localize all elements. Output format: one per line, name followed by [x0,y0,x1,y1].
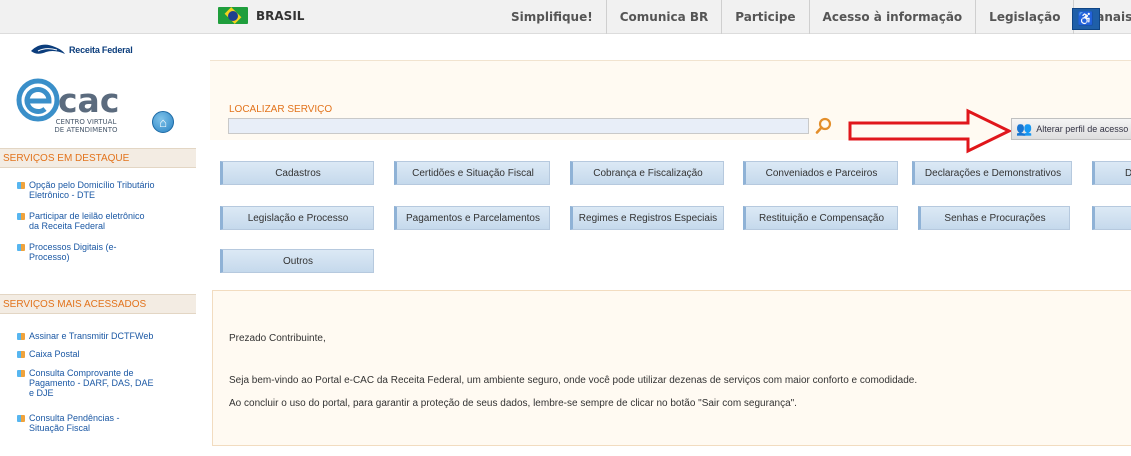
gov-link-simplifique[interactable]: Simplifique! [498,0,606,34]
sidebar-item-label: Caixa Postal [29,349,80,359]
service-button-declaracoes[interactable]: Declarações e Demonstrativos [912,161,1072,185]
brasil-label: BRASIL [256,8,305,23]
org-name: Receita Federal [69,45,133,55]
popular-services-title: SERVIÇOS MAIS ACESSADOS [0,294,196,314]
sidebar-item-label: Situação Fiscal [29,423,91,433]
ecac-wordmark: cac [58,81,119,120]
featured-services-title: SERVIÇOS EM DESTAQUE [0,148,196,168]
service-button-conveniados[interactable]: Conveniados e Parceiros [743,161,898,185]
gov-links: Simplifique! Comunica BR Participe Acess… [498,0,1131,34]
receita-federal-logo[interactable]: Receita Federal [30,42,133,58]
search-icon[interactable] [815,117,833,135]
sidebar-item-pendencias[interactable]: Consulta Pendências - Situação Fiscal [17,413,192,433]
sidebar-item-label: Participar de leilão eletrônico [29,211,145,221]
ecac-subtitle-1: CENTRO VIRTUAL [56,118,117,126]
welcome-line-1: Seja bem-vindo ao Portal e-CAC da Receit… [229,375,918,386]
sidebar-item-comprovante-pagamento[interactable]: Consulta Comprovante de Pagamento - DARF,… [17,368,192,398]
sidebar-item-label: e DJE [29,388,54,398]
change-profile-button[interactable]: 👥 Alterar perfil de acesso [1011,118,1131,140]
gov-link-participe[interactable]: Participe [721,0,808,34]
people-icon: 👥 [1016,121,1033,136]
service-categories: Cadastros Certidões e Situação Fiscal Co… [196,148,1131,288]
service-button-cadastros[interactable]: Cadastros [220,161,374,185]
ecac-subtitle-2: DE ATENDIMENTO [54,126,118,134]
sidebar-item-processos-digitais[interactable]: Processos Digitais (e- Processo) [17,242,192,262]
gov-top-bar: BRASIL Simplifique! Comunica BR Particip… [0,0,1131,34]
brasil-link[interactable]: BRASIL [218,7,304,24]
service-button-pagamentos[interactable]: Pagamentos e Parcelamentos [394,206,550,230]
service-button-cobranca[interactable]: Cobrança e Fiscalização [570,161,724,185]
sidebar-item-label: Consulta Pendências - [29,413,120,423]
service-button-outros[interactable]: Outros [220,249,374,273]
search-label: LOCALIZAR SERVIÇO [229,104,333,115]
ecac-logo[interactable]: cac CENTRO VIRTUAL DE ATENDIMENTO [16,78,156,136]
bullet-icon [17,370,25,377]
bullet-icon [17,182,25,189]
sidebar-item-label: Consulta Comprovante de [29,368,134,378]
service-button-truncated[interactable]: D [1092,161,1131,185]
bullet-icon [17,213,25,220]
bullet-icon [17,244,25,251]
gov-link-legislacao[interactable]: Legislação [975,0,1073,34]
sidebar-item-label: Assinar e Transmitir DCTFWeb [29,331,154,341]
gov-link-acesso-informacao[interactable]: Acesso à informação [808,0,976,34]
sidebar-item-label: Processos Digitais (e- [29,242,117,252]
sidebar-item-dte[interactable]: Opção pelo Domicílio Tributário Eletrônic… [17,180,192,200]
sidebar-item-label: Opção pelo Domicílio Tributário [29,180,155,190]
sidebar-item-label: da Receita Federal [29,221,106,231]
gov-link-comunica[interactable]: Comunica BR [605,0,722,34]
service-button-senhas[interactable]: Senhas e Procurações [918,206,1070,230]
bullet-icon [17,351,25,358]
bullet-icon [17,333,25,340]
service-button-regimes[interactable]: Regimes e Registros Especiais [570,206,724,230]
sidebar-item-label: Processo) [29,252,70,262]
welcome-panel: Prezado Contribuinte, Seja bem-vindo ao … [212,290,1131,446]
sidebar-item-label: Eletrônico - DTE [29,190,96,200]
sidebar-item-leilao[interactable]: Participar de leilão eletrônico da Receit… [17,211,192,231]
service-button-truncated-2[interactable] [1092,206,1131,230]
brazil-flag-icon [218,7,248,24]
sidebar-item-caixa-postal[interactable]: Caixa Postal [17,349,192,359]
welcome-greeting: Prezado Contribuinte, [229,333,326,344]
bullet-icon [17,415,25,422]
sidebar-item-label: Pagamento - DARF, DAS, DAE [29,378,154,388]
service-button-restituicao[interactable]: Restituição e Compensação [743,206,898,230]
sidebar-item-dctfweb[interactable]: Assinar e Transmitir DCTFWeb [17,331,192,341]
search-input[interactable] [228,118,809,134]
home-icon[interactable]: ⌂ [152,111,174,133]
welcome-line-2: Ao concluir o uso do portal, para garant… [229,398,797,409]
accessibility-icon[interactable]: ♿ [1072,8,1100,30]
receita-bird-icon [31,44,65,54]
service-button-certidoes[interactable]: Certidões e Situação Fiscal [394,161,550,185]
left-sidebar: SERVIÇOS EM DESTAQUE Opção pelo Domicíli… [0,148,196,456]
service-button-legislacao[interactable]: Legislação e Processo [220,206,374,230]
change-profile-label: Alterar perfil de acesso [1036,124,1129,134]
